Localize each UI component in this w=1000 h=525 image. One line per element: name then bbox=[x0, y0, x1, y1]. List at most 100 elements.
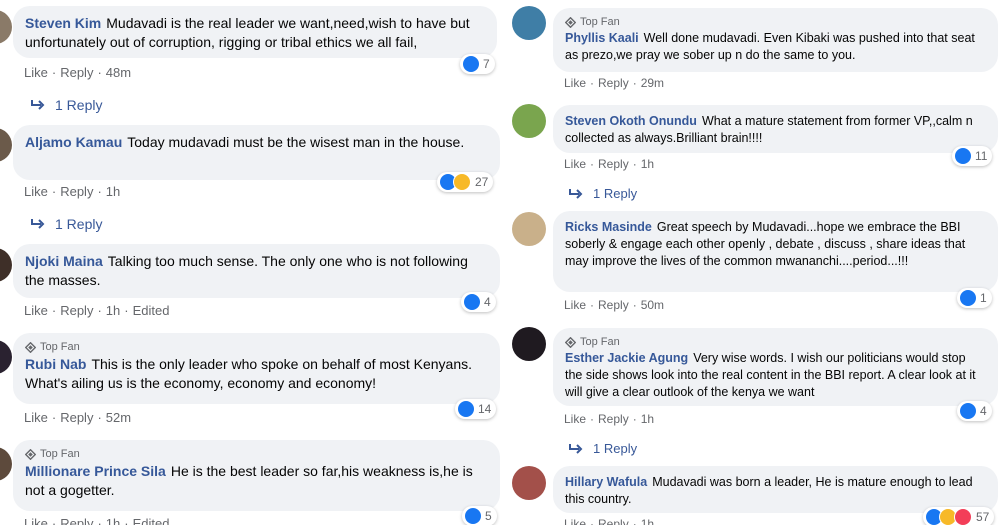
view-replies-link[interactable]: 1 Reply bbox=[30, 97, 102, 113]
avatar[interactable] bbox=[512, 327, 546, 361]
timestamp[interactable]: 52m bbox=[106, 410, 131, 425]
reply-link[interactable]: Reply bbox=[60, 303, 93, 318]
commenter-name[interactable]: Hillary Wafula bbox=[565, 475, 647, 489]
reply-link[interactable]: Reply bbox=[60, 410, 93, 425]
comment-actions: Like · Reply · 1h bbox=[564, 412, 655, 426]
view-replies-link[interactable]: 1 Reply bbox=[30, 216, 102, 232]
comment-text: Steven Kim Mudavadi is the real leader we… bbox=[25, 15, 470, 50]
timestamp[interactable]: 29m bbox=[641, 76, 664, 90]
avatar[interactable] bbox=[0, 340, 12, 374]
edited-label[interactable]: Edited bbox=[133, 516, 170, 525]
like-reaction-icon bbox=[463, 56, 479, 72]
reply-link[interactable]: Reply bbox=[60, 184, 93, 199]
comment-actions: Like · Reply · 50m bbox=[564, 298, 665, 312]
top-fan-icon bbox=[565, 336, 576, 348]
like-link[interactable]: Like bbox=[564, 76, 586, 90]
commenter-name[interactable]: Millionare Prince Sila bbox=[25, 463, 166, 479]
commenter-name[interactable]: Aljamo Kamau bbox=[25, 134, 122, 150]
reaction-summary[interactable]: 11 bbox=[952, 146, 993, 166]
like-link[interactable]: Like bbox=[24, 184, 48, 199]
reaction-summary[interactable]: 4 bbox=[461, 292, 496, 312]
reply-link[interactable]: Reply bbox=[60, 516, 93, 525]
reply-link[interactable]: Reply bbox=[598, 76, 629, 90]
reaction-summary[interactable]: 7 bbox=[460, 54, 495, 74]
haha-reaction-icon bbox=[453, 173, 471, 191]
comment-text: Ricks Masinde Great speech by Mudavadi...… bbox=[565, 220, 966, 268]
like-link[interactable]: Like bbox=[24, 410, 48, 425]
avatar[interactable] bbox=[512, 104, 546, 138]
comment-actions: Like · Reply · 1h · Edited bbox=[24, 516, 169, 525]
commenter-name[interactable]: Rubi Nab bbox=[25, 356, 86, 372]
reaction-summary[interactable]: 27 bbox=[437, 172, 494, 192]
avatar[interactable] bbox=[0, 248, 12, 282]
like-link[interactable]: Like bbox=[564, 157, 586, 171]
reaction-summary[interactable]: 57 bbox=[923, 507, 995, 525]
like-link[interactable]: Like bbox=[24, 303, 48, 318]
reaction-summary[interactable]: 1 bbox=[957, 288, 992, 308]
commenter-name[interactable]: Steven Okoth Onundu bbox=[565, 114, 697, 128]
reply-link[interactable]: Reply bbox=[598, 298, 629, 312]
timestamp[interactable]: 1h bbox=[106, 303, 120, 318]
comment-text: Aljamo Kamau Today mudavadi must be the w… bbox=[25, 134, 465, 150]
commenter-name[interactable]: Steven Kim bbox=[25, 15, 101, 31]
comment-bubble: Steven Okoth Onundu What a mature stateme… bbox=[553, 105, 998, 153]
view-replies-link[interactable]: 1 Reply bbox=[568, 186, 637, 201]
timestamp[interactable]: 1h bbox=[106, 516, 120, 525]
reaction-summary[interactable]: 4 bbox=[957, 401, 992, 421]
avatar[interactable] bbox=[512, 212, 546, 246]
reply-link[interactable]: Reply bbox=[60, 65, 93, 80]
timestamp[interactable]: 1h bbox=[641, 157, 654, 171]
like-link[interactable]: Like bbox=[564, 412, 586, 426]
avatar[interactable] bbox=[512, 466, 546, 500]
avatar[interactable] bbox=[0, 447, 12, 481]
reply-arrow-icon bbox=[569, 188, 583, 199]
top-fan-icon bbox=[565, 16, 576, 28]
reaction-count: 14 bbox=[478, 402, 492, 416]
avatar[interactable] bbox=[512, 6, 546, 40]
reply-link[interactable]: Reply bbox=[598, 412, 629, 426]
comment-actions: Like · Reply · 48m bbox=[24, 65, 132, 80]
comment-text: Phyllis Kaali Well done mudavadi. Even Ki… bbox=[565, 31, 975, 62]
like-link[interactable]: Like bbox=[564, 298, 586, 312]
like-reaction-icon bbox=[464, 294, 480, 310]
timestamp[interactable]: 1h bbox=[641, 517, 654, 525]
avatar[interactable] bbox=[0, 128, 12, 162]
view-replies-link[interactable]: 1 Reply bbox=[568, 441, 637, 456]
commenter-name[interactable]: Ricks Masinde bbox=[565, 220, 652, 234]
timestamp[interactable]: 1h bbox=[106, 184, 120, 199]
reply-link[interactable]: Reply bbox=[598, 517, 629, 525]
comment-bubble: Top Fan Phyllis Kaali Well done mudavadi.… bbox=[553, 8, 998, 72]
comment-bubble: Top Fan Esther Jackie Agung Very wise wor… bbox=[553, 328, 998, 406]
like-link[interactable]: Like bbox=[24, 65, 48, 80]
reaction-count: 4 bbox=[484, 295, 491, 309]
reaction-summary[interactable]: 5 bbox=[462, 506, 497, 525]
comment-bubble: Hillary Wafula Mudavadi was born a leader… bbox=[553, 466, 998, 513]
timestamp[interactable]: 48m bbox=[106, 65, 131, 80]
comment-bubble: Ricks Masinde Great speech by Mudavadi...… bbox=[553, 211, 998, 292]
commenter-name[interactable]: Esther Jackie Agung bbox=[565, 351, 688, 365]
timestamp[interactable]: 1h bbox=[641, 412, 654, 426]
like-link[interactable]: Like bbox=[564, 517, 586, 525]
comment-actions: Like · Reply · 1h bbox=[564, 517, 654, 525]
right-comment-column: Top Fan Phyllis Kaali Well done mudavadi.… bbox=[500, 0, 1000, 525]
comment-text: Rubi Nab This is the only leader who spok… bbox=[25, 356, 473, 391]
reaction-count: 11 bbox=[975, 149, 988, 163]
reaction-count: 1 bbox=[980, 291, 987, 305]
comment-bubble: Aljamo Kamau Today mudavadi must be the w… bbox=[13, 125, 500, 180]
reply-link[interactable]: Reply bbox=[598, 157, 629, 171]
top-fan-icon bbox=[25, 448, 36, 460]
top-fan-badge: Top Fan bbox=[565, 16, 986, 28]
commenter-name[interactable]: Njoki Maina bbox=[25, 253, 103, 269]
reply-arrow-icon bbox=[569, 443, 583, 454]
timestamp[interactable]: 50m bbox=[641, 298, 664, 312]
comment-actions: Like · Reply · 52m bbox=[24, 410, 132, 425]
comment-text: Njoki Maina Talking too much sense. The o… bbox=[25, 253, 468, 288]
reaction-summary[interactable]: 14 bbox=[455, 399, 497, 419]
reaction-count: 4 bbox=[980, 404, 987, 418]
like-reaction-icon bbox=[458, 401, 474, 417]
like-link[interactable]: Like bbox=[24, 516, 48, 525]
edited-label[interactable]: Edited bbox=[133, 303, 170, 318]
commenter-name[interactable]: Phyllis Kaali bbox=[565, 31, 639, 45]
left-comment-column: Steven Kim Mudavadi is the real leader we… bbox=[0, 0, 500, 525]
avatar[interactable] bbox=[0, 10, 12, 44]
